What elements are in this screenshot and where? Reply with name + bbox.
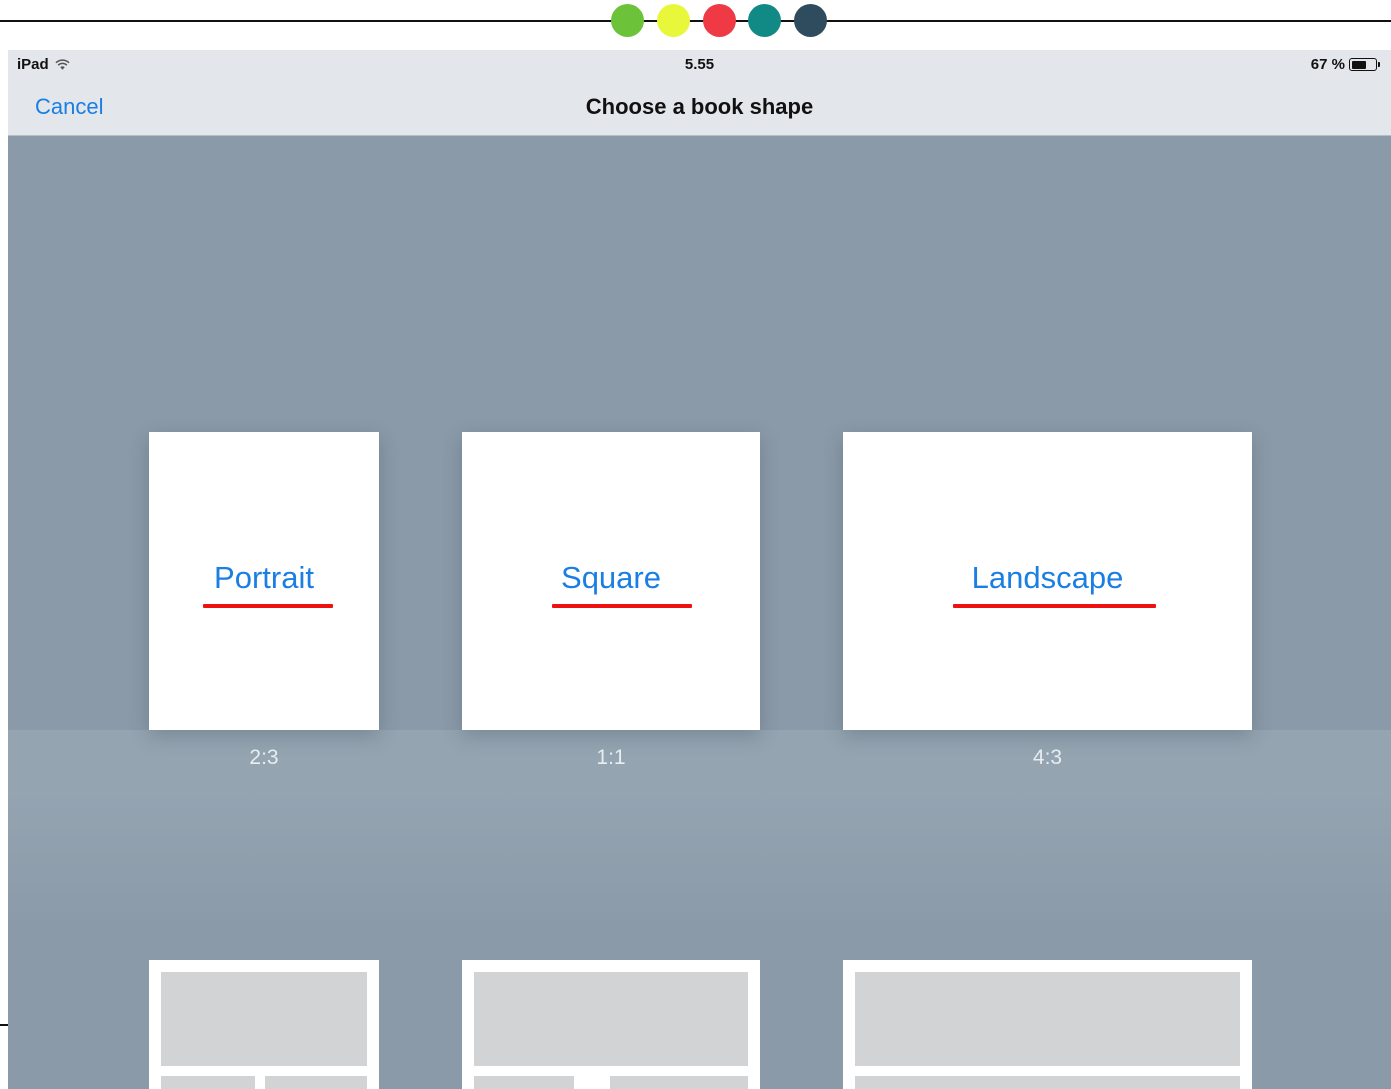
annotation-underline [953, 604, 1156, 608]
decorative-dot-navy [794, 4, 827, 37]
landscape-label: Landscape [971, 560, 1124, 595]
square-ratio: 1:1 [596, 746, 626, 769]
battery-fill [1351, 60, 1366, 69]
layout-photo-slot [161, 972, 367, 1066]
portrait-shape-card[interactable]: Portrait [149, 432, 379, 730]
portrait-ratio: 2:3 [249, 746, 279, 769]
square-layout-preview[interactable] [462, 960, 760, 1089]
page-title: Choose a book shape [585, 94, 814, 119]
layout-photo-slot [855, 1076, 1045, 1089]
decorative-dot-teal [748, 4, 781, 37]
navigation-bar: Cancel Choose a book shape [8, 80, 1391, 136]
landscape-ratio: 4:3 [1032, 746, 1063, 769]
status-time: 5.55 [684, 56, 715, 73]
landscape-shape-card[interactable]: Landscape [843, 432, 1252, 730]
layout-photo-slot [474, 1076, 574, 1089]
square-label: Square [561, 560, 661, 595]
square-shape-card[interactable]: Square [462, 432, 760, 730]
layout-photo-slot [161, 1076, 255, 1089]
portrait-label: Portrait [214, 560, 314, 595]
decorative-dot-yellow [657, 4, 690, 37]
battery-icon [1349, 58, 1380, 71]
layout-photo-slot [1045, 1076, 1240, 1089]
layout-photo-slot [610, 1076, 748, 1089]
layout-photo-slot [855, 972, 1240, 1066]
landscape-layout-preview[interactable] [843, 960, 1252, 1089]
battery-percentage: 67 % [1310, 56, 1345, 73]
decorative-dot-green [611, 4, 644, 37]
ipad-screen: iPad 5.55 67 % Cancel Choose a book shap… [8, 50, 1391, 1089]
status-bar: iPad 5.55 67 % [8, 50, 1391, 80]
decorative-line [0, 20, 1391, 22]
decorative-dot-red [703, 4, 736, 37]
annotation-underline [552, 604, 692, 608]
layout-photo-slot [474, 972, 748, 1066]
annotation-underline [203, 604, 333, 608]
portrait-layout-preview[interactable] [149, 960, 379, 1089]
layout-photo-slot [265, 1076, 367, 1089]
